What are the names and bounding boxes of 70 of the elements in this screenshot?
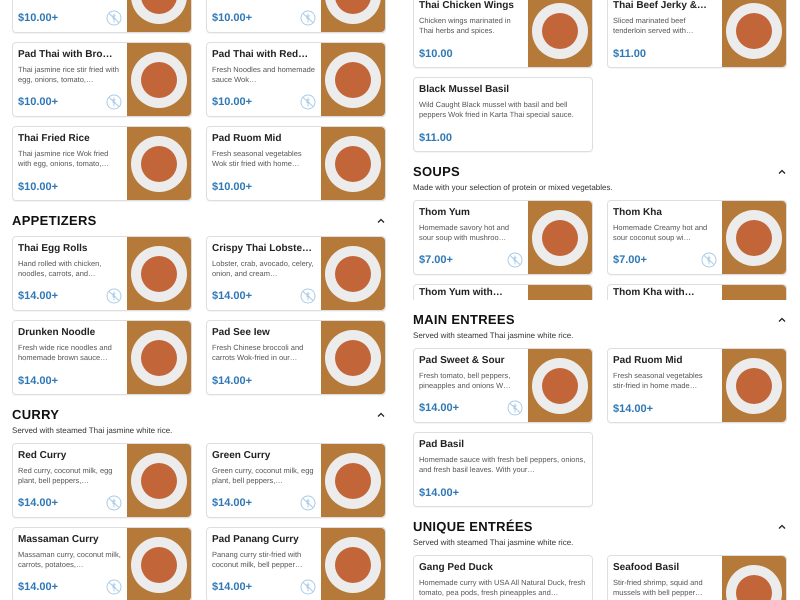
dish-name: Pad Ruom Mid [212, 132, 282, 145]
dish-price: $10.00 [419, 47, 453, 61]
dish-name: Thai Chicken Wings [419, 0, 515, 12]
dish-name: Black Mussel Basil [419, 83, 510, 96]
food-photo-placeholder [127, 528, 191, 600]
dish-price: $10.00+ [212, 11, 252, 25]
dish-price: $14.00+ [613, 402, 654, 416]
menu-card[interactable]: Thom Kha with… [607, 284, 787, 300]
menu-card[interactable]: Thom Yum with… [413, 284, 593, 300]
dish-name: Thom Kha [613, 206, 663, 219]
dish-price: $10.00+ [18, 95, 58, 109]
dish-name: Pad Basil [419, 438, 466, 451]
dish-name: Pad Ruom Mid [613, 354, 684, 367]
food-photo-placeholder [528, 285, 592, 300]
dish-name: Pad Thai with Bro… [18, 48, 114, 61]
menu-card[interactable]: $10.00+ [206, 0, 386, 33]
dish-price: $14.00+ [419, 486, 460, 500]
dish-price: $14.00+ [212, 289, 252, 303]
dish-price: $14.00+ [212, 580, 252, 594]
food-photo-placeholder [722, 0, 786, 67]
section-subtitle: Served with steamed Thai jasmine white rice. [413, 537, 574, 548]
food-photo-placeholder [528, 0, 592, 67]
dish-price: $14.00+ [419, 401, 460, 415]
dish-name: Crispy Thai Lobste… [212, 242, 314, 255]
dish-price: $11.00 [613, 47, 646, 61]
dish-price: $7.00+ [419, 253, 453, 267]
chevron-up-icon[interactable] [777, 316, 787, 324]
dish-price: $10.00+ [212, 95, 252, 109]
section-heading: APPETIZERS [12, 212, 97, 230]
dish-price: $14.00+ [212, 496, 252, 510]
menu-card[interactable]: $10.00+ [12, 0, 192, 33]
food-photo-placeholder [321, 528, 385, 600]
dish-price: $14.00+ [18, 580, 58, 594]
dish-price: $7.00+ [613, 253, 647, 267]
dish-price: $14.00+ [18, 289, 58, 303]
dish-price: $11.00 [419, 131, 452, 145]
dish-price: $14.00+ [18, 496, 58, 510]
section-subtitle: Served with steamed Thai jasmine white rice. [413, 330, 574, 341]
dish-name: Thom Yum with… [419, 287, 504, 299]
dish-name: Thai Fried Rice [18, 132, 91, 145]
chevron-up-icon[interactable] [777, 168, 787, 176]
chevron-up-icon[interactable] [376, 217, 386, 225]
dish-name: Drunken Noodle [18, 326, 96, 339]
section-heading: MAIN ENTREES [413, 311, 515, 330]
dish-name: Pad See Iew [212, 326, 271, 339]
section-subtitle: Served with steamed Thai jasmine white rice. [12, 425, 174, 436]
dish-name: Massaman Curry [18, 533, 100, 546]
dish-price: $14.00+ [18, 374, 58, 388]
dish-name: Pad Panang Curry [212, 533, 300, 546]
food-photo-placeholder [722, 285, 786, 300]
dish-name: Thai Beef Jerky &… [613, 0, 708, 12]
dish-name: Thai Egg Rolls [18, 242, 88, 255]
dish-name: Thom Yum [419, 206, 471, 219]
dish-name: Thom Kha with… [613, 287, 696, 299]
section-subtitle: Made with your selection of protein or mixed vegetables. [413, 182, 614, 193]
dish-name: Pad Thai with Red… [212, 48, 310, 61]
chevron-up-icon[interactable] [777, 523, 787, 531]
dish-name: Seafood Basil [613, 561, 680, 574]
dish-name: Gang Ped Duck [419, 561, 494, 574]
dish-name: Green Curry [212, 449, 272, 462]
chevron-up-icon[interactable] [376, 411, 386, 419]
dish-name: Red Curry [18, 449, 68, 462]
section-heading: CURRY [12, 406, 60, 424]
section-heading: UNIQUE ENTRÉES [413, 518, 533, 536]
dish-name: Pad Sweet & Sour [419, 354, 506, 367]
section-heading: SOUPS [413, 163, 460, 182]
dish-price: $14.00+ [212, 374, 252, 388]
dish-price: $10.00+ [18, 11, 58, 25]
dish-price: $10.00+ [18, 180, 58, 194]
dish-price: $10.00+ [212, 180, 252, 194]
